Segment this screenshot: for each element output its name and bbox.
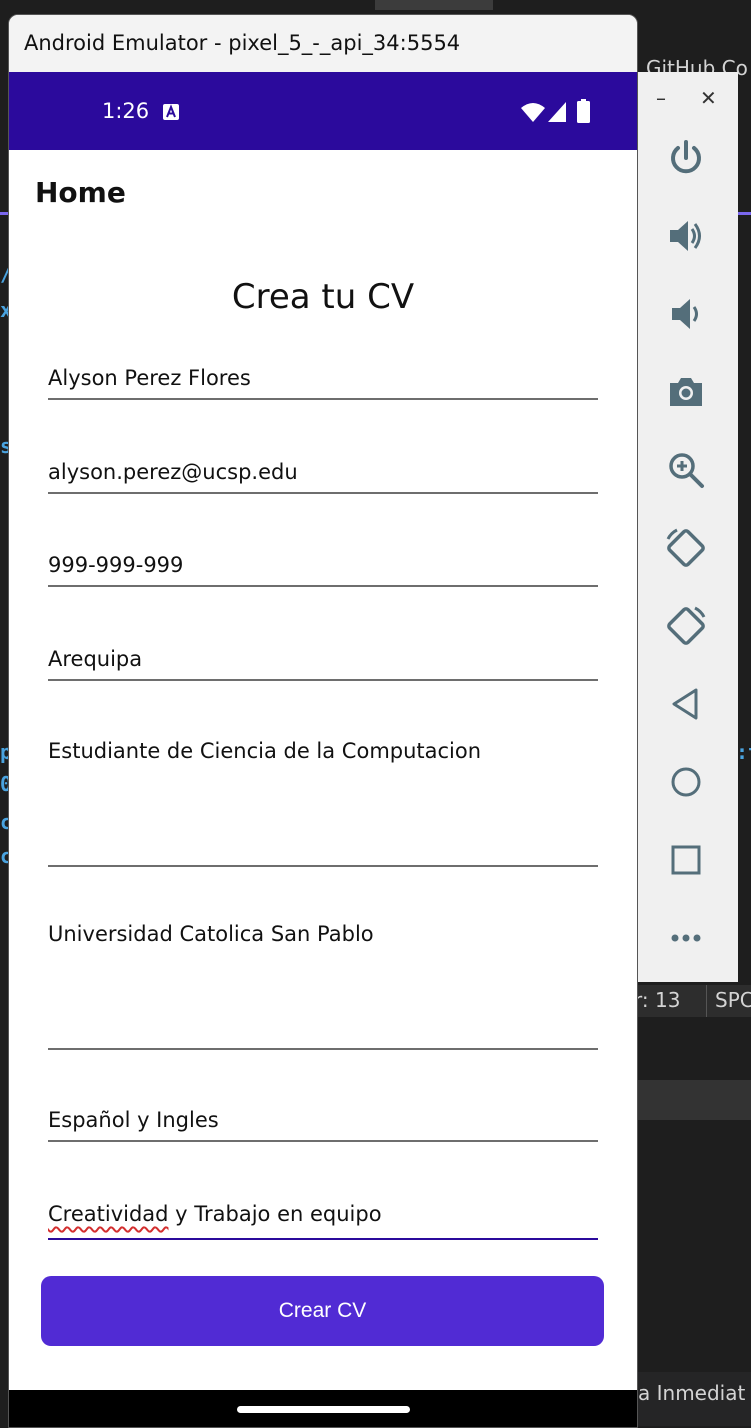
wifi-icon: [521, 103, 545, 122]
rotate-left-button[interactable]: [662, 524, 710, 572]
ide-immediate-tab[interactable]: a Inmediat: [638, 1381, 745, 1405]
home-icon: [671, 767, 701, 797]
languages-field[interactable]: [48, 1108, 598, 1142]
gesture-bar: [9, 1390, 637, 1427]
name-field[interactable]: [48, 366, 598, 400]
phone-field[interactable]: [48, 553, 598, 587]
ide-top-bar: [375, 0, 493, 10]
overview-button[interactable]: [662, 836, 710, 884]
ide-code-fragment: :t: [736, 740, 751, 764]
window-titlebar[interactable]: Android Emulator - pixel_5_-_api_34:5554: [9, 15, 637, 72]
battery-icon: [577, 99, 590, 123]
close-button[interactable]: ✕: [700, 86, 717, 110]
window-title: Android Emulator - pixel_5_-_api_34:5554: [24, 31, 461, 55]
email-field[interactable]: [48, 460, 598, 494]
ide-line-indicator[interactable]: r: 13: [634, 988, 680, 1012]
navigation-bar: Home: [9, 150, 637, 216]
profile-textarea[interactable]: Estudiante de Ciencia de la Computacion: [48, 739, 598, 867]
emulator-toolbar: – ✕: [638, 72, 738, 982]
notification-a-icon: [163, 104, 179, 120]
home-button[interactable]: [662, 758, 710, 806]
ide-encoding-indicator[interactable]: SPC: [715, 988, 751, 1012]
volume-up-icon: [670, 221, 701, 251]
education-text: Universidad Catolica San Pablo: [48, 922, 374, 946]
status-bar: 1:26: [9, 72, 637, 150]
emulator-window: Android Emulator - pixel_5_-_api_34:5554…: [8, 14, 638, 1428]
back-button[interactable]: [662, 680, 710, 728]
minimize-button[interactable]: –: [656, 86, 666, 110]
more-button[interactable]: [662, 914, 710, 962]
zoom-button[interactable]: [662, 446, 710, 494]
power-icon: [671, 140, 701, 174]
misspelled-word: Creatividad: [48, 1202, 169, 1226]
rotate-right-icon: [667, 606, 706, 645]
city-field[interactable]: [48, 647, 598, 681]
ide-panel: [636, 1080, 751, 1120]
create-cv-button[interactable]: Crear CV: [41, 1276, 604, 1346]
rotate-right-button[interactable]: [662, 602, 710, 650]
camera-icon: [670, 378, 702, 406]
skills-text: y Trabajo en equipo: [168, 1202, 382, 1226]
screenshot-button[interactable]: [662, 368, 710, 416]
volume-up-button[interactable]: [662, 212, 710, 260]
volume-down-icon: [672, 299, 698, 329]
status-time: 1:26: [102, 99, 150, 123]
power-button[interactable]: [662, 134, 710, 182]
education-textarea[interactable]: Universidad Catolica San Pablo: [48, 922, 598, 1050]
skills-field[interactable]: Creatividad y Trabajo en equipo: [48, 1202, 598, 1240]
more-icon: [671, 934, 701, 942]
signal-icon: [548, 102, 566, 122]
page-title: Home: [35, 176, 126, 209]
ide-divider: [706, 985, 707, 1017]
profile-text: Estudiante de Ciencia de la Computacion: [48, 739, 482, 763]
home-gesture-pill[interactable]: [237, 1406, 410, 1413]
rotate-left-icon: [666, 528, 705, 567]
form-heading: Crea tu CV: [231, 277, 415, 317]
phone-screen: 1:26 Home Crea tu CV Estudiant: [9, 72, 637, 1427]
volume-down-button[interactable]: [662, 290, 710, 338]
overview-icon: [671, 845, 701, 875]
back-icon: [672, 688, 698, 720]
zoom-icon: [669, 453, 704, 488]
